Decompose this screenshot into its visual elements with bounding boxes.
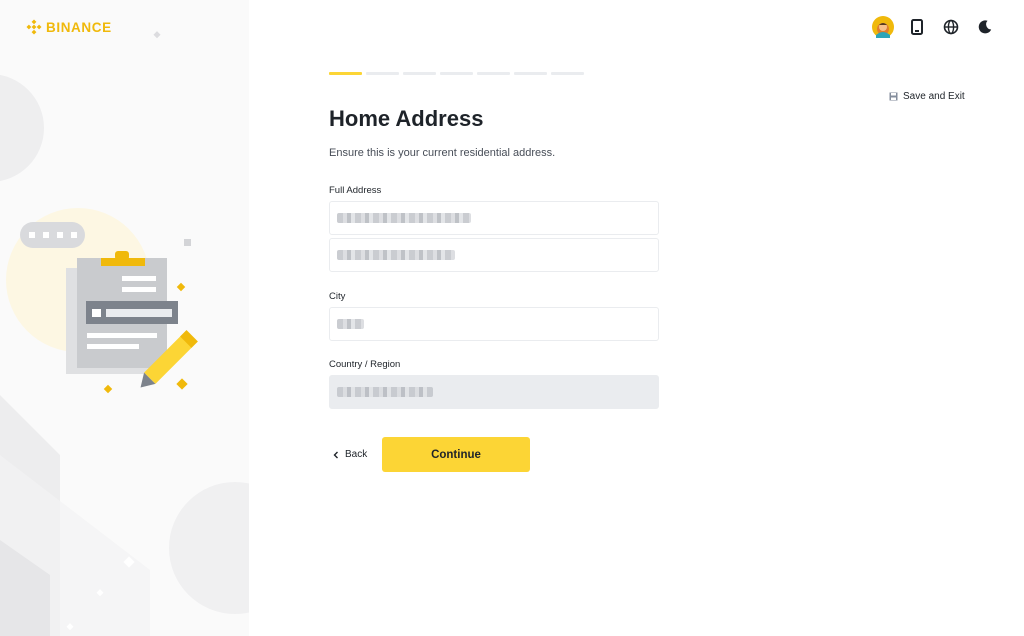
city-value-redacted: [337, 319, 364, 329]
language-button[interactable]: [940, 16, 962, 38]
country-region-label: Country / Region: [329, 359, 401, 370]
step-progress-bar: [329, 72, 584, 75]
address-line2-value-redacted: [337, 250, 455, 260]
chevron-left-icon: [333, 451, 338, 458]
progress-step: [477, 72, 510, 75]
country-region-field: [329, 375, 659, 409]
address-line2-input[interactable]: [329, 238, 659, 272]
full-address-label: Full Address: [329, 185, 382, 196]
moon-icon: [978, 20, 992, 34]
save-icon: [889, 92, 898, 101]
page-title: Home Address: [329, 106, 484, 131]
main-content: Save and Exit Home Address Ensure this i…: [249, 0, 1024, 636]
save-and-exit-button[interactable]: Save and Exit: [889, 91, 965, 102]
progress-step: [551, 72, 584, 75]
progress-step: [514, 72, 547, 75]
address-line1-value-redacted: [337, 213, 471, 223]
continue-button[interactable]: Continue: [382, 437, 530, 472]
city-input[interactable]: [329, 307, 659, 341]
city-label: City: [329, 291, 346, 302]
binance-logo-icon: [26, 19, 42, 35]
country-value-redacted: [337, 387, 433, 397]
avatar[interactable]: [872, 16, 894, 38]
user-avatar-icon: [872, 16, 894, 38]
brand-name: BINANCE: [46, 19, 112, 35]
illustration-panel: BINANCE: [0, 0, 249, 636]
progress-step: [440, 72, 473, 75]
brand-logo[interactable]: BINANCE: [26, 19, 112, 35]
back-button[interactable]: Back: [329, 447, 371, 462]
progress-step: [366, 72, 399, 75]
back-label: Back: [345, 449, 368, 460]
header-icons: [872, 16, 996, 38]
theme-toggle-button[interactable]: [974, 16, 996, 38]
address-line1-input[interactable]: [329, 201, 659, 235]
progress-step-active: [329, 72, 362, 75]
page-subtitle: Ensure this is your current residential …: [329, 147, 556, 159]
phone-icon: [911, 19, 923, 35]
download-app-button[interactable]: [906, 16, 928, 38]
save-and-exit-label: Save and Exit: [903, 91, 965, 102]
globe-icon: [943, 19, 959, 35]
progress-step: [403, 72, 436, 75]
address-illustration: [6, 208, 198, 394]
